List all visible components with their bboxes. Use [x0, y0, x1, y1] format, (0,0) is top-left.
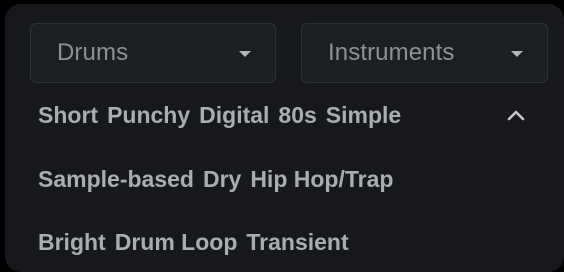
- tag-hip-hop-trap[interactable]: Hip Hop/Trap: [250, 166, 393, 193]
- tag-row: Sample-based Dry Hip Hop/Trap: [38, 163, 402, 195]
- tag-digital[interactable]: Digital: [199, 102, 269, 129]
- tag-row: Bright Drum Loop Transient: [38, 226, 358, 258]
- tag-simple[interactable]: Simple: [326, 102, 401, 129]
- category-dropdown-value: Drums: [57, 39, 129, 66]
- instruments-dropdown[interactable]: Instruments: [301, 23, 548, 83]
- tag-transient[interactable]: Transient: [246, 229, 348, 256]
- tag-drum-loop[interactable]: Drum Loop: [115, 229, 238, 256]
- tag-filter-panel: Drums Instruments Short Punchy Digital 8…: [5, 4, 564, 272]
- tag-dry[interactable]: Dry: [203, 166, 241, 193]
- tag-short[interactable]: Short: [38, 102, 98, 129]
- tag-sample-based[interactable]: Sample-based: [38, 166, 194, 193]
- category-dropdown[interactable]: Drums: [30, 23, 276, 83]
- chevron-up-icon[interactable]: [505, 105, 527, 127]
- tag-punchy[interactable]: Punchy: [107, 102, 190, 129]
- tag-row: Short Punchy Digital 80s Simple: [38, 99, 410, 131]
- caret-down-icon: [239, 51, 251, 57]
- instruments-dropdown-value: Instruments: [328, 39, 455, 66]
- caret-down-icon: [511, 51, 523, 57]
- tag-80s[interactable]: 80s: [278, 102, 316, 129]
- tag-bright[interactable]: Bright: [38, 229, 106, 256]
